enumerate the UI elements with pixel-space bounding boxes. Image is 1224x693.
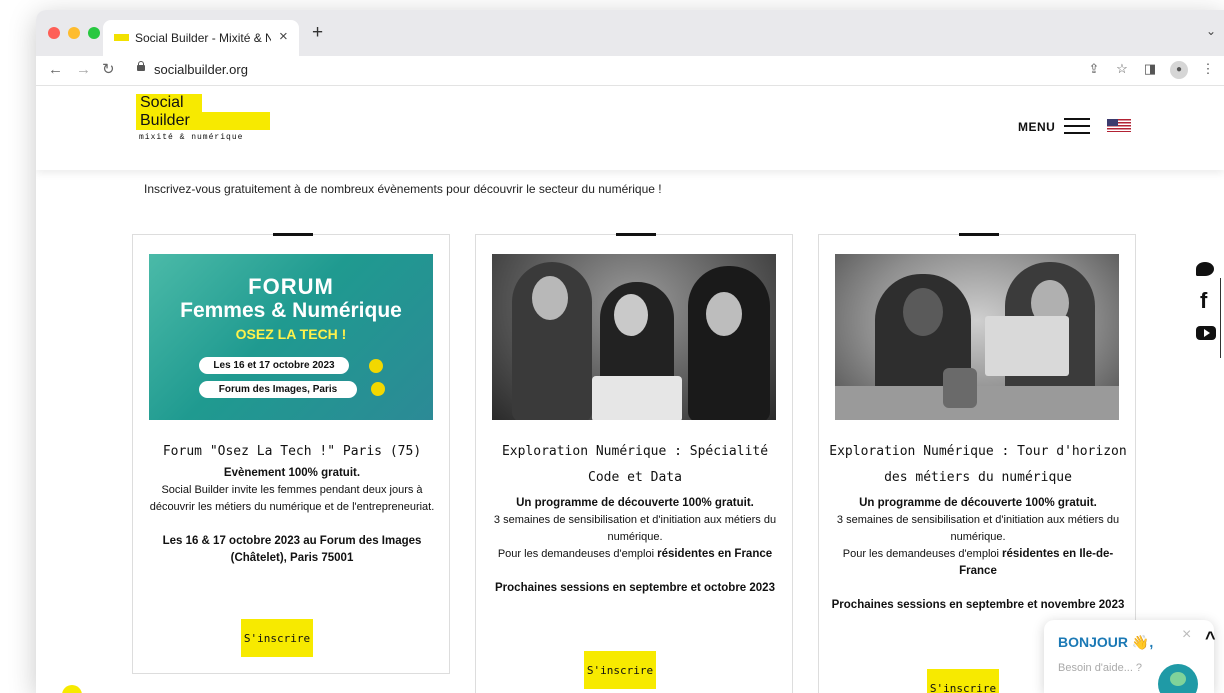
- card-body: Un programme de découverte 100% gratuit.…: [486, 495, 784, 597]
- card-body: Evènement 100% gratuit. Social Builder i…: [143, 465, 441, 567]
- forum-banner-image: FORUM Femmes & Numérique OSEZ LA TECH ! …: [149, 254, 433, 420]
- card-audience: Pour les demandeuses d'emploi: [842, 548, 1003, 560]
- star-icon[interactable]: ☆: [1114, 61, 1130, 79]
- twitter-icon[interactable]: [1196, 262, 1214, 276]
- tab-title: Social Builder - Mixité & Numérique: [135, 31, 271, 45]
- browser-window: Social Builder - Mixité & Numérique × + …: [36, 10, 1224, 693]
- card-title: Exploration Numérique : Spécialité Code …: [501, 444, 769, 485]
- logo-line-2: Builder: [136, 112, 270, 130]
- toolbar-actions: ⇪ ☆ ◨ ● ⋮: [1086, 61, 1216, 79]
- intro-text: Inscrivez-vous gratuitement à de nombreu…: [144, 182, 662, 196]
- register-button[interactable]: S'inscrire: [927, 669, 999, 693]
- chat-greeting: BONJOUR 👋,: [1058, 634, 1154, 650]
- youtube-icon[interactable]: [1196, 326, 1216, 340]
- card-description: 3 semaines de sensibilisation et d'initi…: [493, 514, 777, 543]
- location-pin-icon: [371, 382, 385, 396]
- logo-line-1: Social: [136, 94, 202, 112]
- card-description: 3 semaines de sensibilisation et d'initi…: [836, 514, 1120, 543]
- card-highlight: Un programme de découverte 100% gratuit.: [516, 497, 754, 509]
- hamburger-menu-icon[interactable]: [1064, 116, 1090, 136]
- chat-prompt: Besoin d'aide... ?: [1058, 662, 1143, 674]
- social-divider: [1220, 278, 1221, 358]
- card-sessions: Prochaines sessions en septembre et octo…: [495, 582, 775, 594]
- card-sessions: Prochaines sessions en septembre et nove…: [831, 599, 1125, 611]
- banner-date-pill: Les 16 et 17 octobre 2023: [199, 357, 349, 374]
- card-title: Forum "Osez La Tech !" Paris (75): [162, 444, 422, 459]
- banner-place-pill: Forum des Images, Paris: [199, 381, 357, 398]
- event-card: Exploration Numérique : Spécialité Code …: [475, 233, 793, 693]
- logo-tagline: mixité & numérique: [139, 133, 244, 142]
- calendar-icon: [369, 359, 383, 373]
- address-bar[interactable]: socialbuilder.org: [154, 62, 248, 77]
- card-highlight: Evènement 100% gratuit.: [223, 467, 361, 479]
- event-card: FORUM Femmes & Numérique OSEZ LA TECH ! …: [132, 233, 450, 674]
- tab-close-icon[interactable]: ×: [279, 28, 288, 46]
- minimize-window-button[interactable]: [68, 27, 80, 39]
- webpage: Social Builder mixité & numérique MENU I…: [36, 86, 1224, 693]
- us-flag-icon[interactable]: [1107, 119, 1131, 132]
- card-accent-bar: [273, 233, 313, 236]
- lock-icon[interactable]: [137, 61, 145, 71]
- banner-line-1: FORUM: [248, 274, 334, 299]
- menu-label[interactable]: MENU: [1018, 120, 1055, 134]
- favicon-icon: [114, 34, 129, 41]
- browser-tab[interactable]: Social Builder - Mixité & Numérique ×: [103, 20, 299, 56]
- card-body: Un programme de découverte 100% gratuit.…: [829, 495, 1127, 614]
- women-laptop-photo: [492, 254, 776, 420]
- card-accent-bar: [959, 233, 999, 236]
- new-tab-button[interactable]: +: [312, 23, 323, 43]
- reload-icon[interactable]: ↻: [102, 60, 115, 80]
- card-audience: Pour les demandeuses d'emploi: [497, 548, 658, 560]
- banner-line-2: Femmes & Numérique: [180, 299, 402, 322]
- women-working-photo: [835, 254, 1119, 420]
- profile-icon[interactable]: ●: [1170, 61, 1188, 79]
- close-window-button[interactable]: [48, 27, 60, 39]
- scroll-top-icon[interactable]: ^: [1205, 628, 1216, 649]
- card-highlight: Un programme de découverte 100% gratuit.: [859, 497, 1097, 509]
- chat-close-icon[interactable]: ×: [1182, 626, 1191, 644]
- browser-toolbar: ← → ↻ socialbuilder.org ⇪ ☆ ◨ ● ⋮: [36, 56, 1224, 86]
- chevron-down-icon[interactable]: ⌄: [1206, 24, 1216, 38]
- tab-bar: Social Builder - Mixité & Numérique × + …: [36, 10, 1224, 56]
- maximize-window-button[interactable]: [88, 27, 100, 39]
- card-dates: Les 16 & 17 octobre 2023 au Forum des Im…: [162, 535, 422, 564]
- forward-arrow-icon[interactable]: →: [76, 60, 91, 80]
- back-arrow-icon[interactable]: ←: [48, 60, 63, 80]
- card-audience-highlight: résidentes en France: [657, 548, 773, 560]
- site-logo[interactable]: Social Builder mixité & numérique: [136, 94, 270, 142]
- more-vert-icon[interactable]: ⋮: [1200, 61, 1216, 79]
- banner-line-3: OSEZ LA TECH !: [235, 326, 347, 342]
- card-title: Exploration Numérique : Tour d'horizon d…: [829, 444, 1127, 485]
- card-accent-bar: [616, 233, 656, 236]
- card-description: Social Builder invite les femmes pendant…: [149, 484, 435, 513]
- sidebar-icon[interactable]: ◨: [1142, 61, 1158, 79]
- site-header: Social Builder mixité & numérique MENU: [36, 86, 1224, 170]
- register-button[interactable]: S'inscrire: [584, 651, 656, 689]
- register-button[interactable]: S'inscrire: [241, 619, 313, 657]
- share-icon[interactable]: ⇪: [1086, 61, 1102, 79]
